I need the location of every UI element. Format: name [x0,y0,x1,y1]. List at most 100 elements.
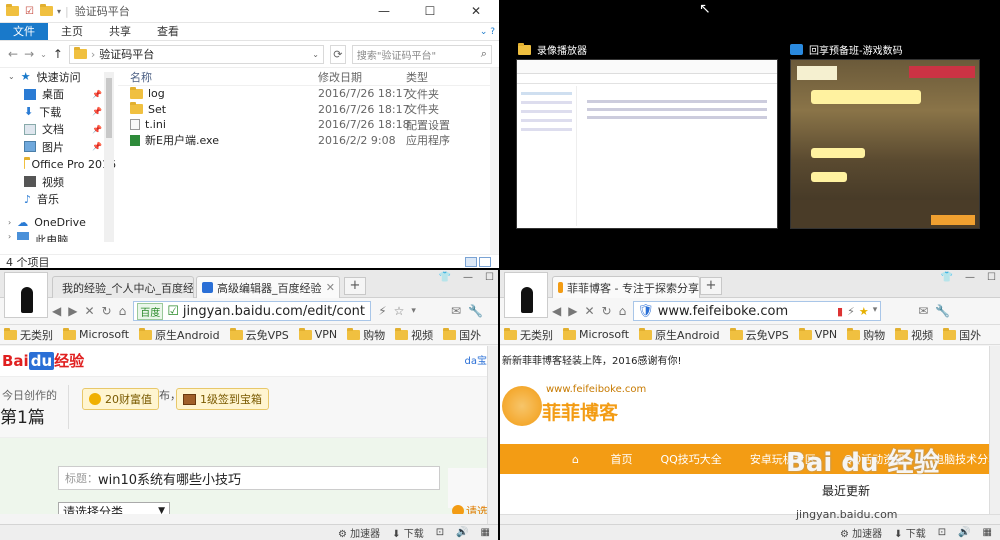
sound-icon[interactable]: 🔊 [456,527,468,538]
stop-icon[interactable]: ✕ [84,304,94,318]
nav-home[interactable]: ⌂ 首页 [544,451,632,467]
bookmark-item[interactable]: 云免VPS [229,327,289,343]
bookmark-item[interactable]: 购物 [347,327,385,343]
tab-advanced-editor[interactable]: 高级编辑器_百度经验 ✕ [196,276,340,298]
back-arrow-icon[interactable]: ← [8,47,18,61]
sidebar-item-downloads[interactable]: ⬇ 下载 📌 [0,103,116,121]
site-logo[interactable]: www.feifeiboke.com 菲菲博客 [502,382,652,432]
bookmark-item[interactable]: Microsoft [63,327,129,341]
avatar[interactable] [504,272,548,318]
sidebar-item-quick-access[interactable]: ⌄ ★ 快速访问 [0,68,116,86]
refresh-icon[interactable]: ↻ [102,304,112,318]
sidebar-item-this-pc[interactable]: › 此电脑 [0,231,116,242]
file-row[interactable]: t.ini 2016/7/26 18:18 配置设置 [118,117,490,133]
back-icon[interactable]: ◀ [52,304,61,318]
layout-icon[interactable]: ▦ [481,527,490,538]
minimize-button[interactable]: — [463,272,473,283]
minimize-button[interactable]: — [361,4,407,18]
maximize-button[interactable]: ☐ [485,272,494,283]
mail-icon[interactable]: ✉ [918,304,928,318]
taskview-window-title-game[interactable]: 回享预备班-游戏数码 [790,42,903,57]
stop-icon[interactable]: ✕ [584,304,594,318]
bookmark-item[interactable]: VPN [798,327,837,341]
avatar[interactable] [4,272,48,318]
screenshot-icon[interactable]: ⊡ [436,527,444,538]
accelerator-button[interactable]: ⚙ 加速器 [840,525,882,540]
baidu-jingyan-logo[interactable]: Bai du 经验 [2,350,84,371]
bookmark-item[interactable]: VPN [298,327,337,341]
layout-icon[interactable]: ▦ [983,527,992,538]
tab-my-experience[interactable]: 我的经验_个人中心_百度经 [52,276,194,298]
bookmark-item[interactable]: 无类别 [504,327,553,343]
forward-arrow-icon[interactable]: → [24,47,34,61]
category-select[interactable]: 请选择分类 ▼ [58,502,170,514]
url-bar[interactable]: 百度 ☑ jingyan.baidu.com/edit/cont [133,301,372,321]
quick-access-dropdown-icon[interactable]: ▾ [57,7,61,16]
taskview-thumbnail-player[interactable] [516,59,778,229]
details-view-icon[interactable] [465,256,477,267]
title-input[interactable]: 标题： win10系统有哪些小技巧 [58,466,440,490]
nav-pc-tech[interactable]: 电脑技术分享 [933,451,989,467]
tools-icon[interactable]: 🔧 [468,304,483,318]
sidebar-item-office-pro[interactable]: Office Pro 2016 [0,156,116,174]
refresh-button[interactable]: ⟳ [329,44,346,64]
taskview-thumbnail-game[interactable] [790,59,980,229]
page-scrollbar[interactable] [487,346,498,524]
new-tab-button[interactable]: + [344,277,366,295]
star-icon[interactable]: ☆ [394,304,405,318]
properties-icon[interactable]: ☑ [25,6,34,17]
search-box[interactable]: 搜索"验证码平台" ⌕ [351,44,492,64]
file-row[interactable]: log 2016/7/26 18:17 文件夹 [118,86,490,102]
recent-dropdown-icon[interactable]: ⌄ [40,50,47,59]
sidebar-item-desktop[interactable]: 桌面 📌 [0,86,116,104]
bookmark-item[interactable]: 国外 [443,327,481,343]
new-folder-icon[interactable] [39,4,53,16]
address-bar[interactable]: › 验证码平台 ⌄ [68,44,324,64]
column-name[interactable]: 名称 [118,69,318,85]
screenshot-icon[interactable]: ⊡ [938,527,946,538]
bookmark-item[interactable]: 原生Android [139,327,220,343]
column-date[interactable]: 修改日期 [318,69,406,85]
dropdown-icon[interactable]: ▾ [873,305,878,318]
refresh-icon[interactable]: ↻ [602,304,612,318]
forward-icon[interactable]: ▶ [568,304,577,318]
maximize-button[interactable]: ☐ [407,4,453,18]
sidebar-scrollbar[interactable] [104,72,114,242]
ribbon-expand-icon[interactable]: ⌄ ? [480,23,495,40]
lightning-icon[interactable]: ⚡ [378,304,386,318]
star-icon[interactable]: ★ [859,305,869,318]
back-icon[interactable]: ◀ [552,304,561,318]
sidebar-item-videos[interactable]: 视频 [0,173,116,191]
bookmark-item[interactable]: Microsoft [563,327,629,341]
bookmark-item[interactable]: 视频 [395,327,433,343]
tools-icon[interactable]: 🔧 [935,304,950,318]
file-list-scrollbar[interactable] [490,68,499,254]
close-button[interactable]: ✕ [453,4,499,18]
bookmark-item[interactable]: 无类别 [4,327,53,343]
sidebar-item-documents[interactable]: 文档 📌 [0,121,116,139]
large-icons-view-icon[interactable] [479,256,491,267]
maximize-button[interactable]: ☐ [987,272,996,283]
taskview-window-title-player[interactable]: 录像播放器 [518,42,587,57]
home-icon[interactable]: ⌂ [619,304,627,318]
home-icon[interactable]: ⌂ [119,304,127,318]
horizontal-scrollbar[interactable] [500,514,1000,524]
red-flag-icon[interactable]: ▮ [837,305,843,318]
sound-icon[interactable]: 🔊 [958,527,970,538]
side-hint[interactable]: 请选 [452,503,488,514]
file-row[interactable]: 新E用户端.exe 2016/2/2 9:08 应用程序 [118,133,490,149]
lightning-icon[interactable]: ⚡ [847,305,855,318]
download-button[interactable]: ⬇ 下载 [392,525,424,540]
url-bar[interactable]: 🛡 www.feifeiboke.com ▮ ⚡ ★ ▾ [633,301,882,321]
column-type[interactable]: 类型 [406,69,476,85]
download-button[interactable]: ⬇ 下载 [894,525,926,540]
skin-icon[interactable]: 👕 [941,272,953,283]
sidebar-item-pictures[interactable]: 图片 📌 [0,138,116,156]
bookmark-item[interactable]: 原生Android [639,327,720,343]
minimize-button[interactable]: — [965,272,975,283]
bookmark-item[interactable]: 云免VPS [729,327,789,343]
skin-icon[interactable]: 👕 [439,272,451,283]
close-tab-icon[interactable]: ✕ [326,281,335,294]
up-arrow-icon[interactable]: ↑ [53,47,63,61]
ribbon-tab-file[interactable]: 文件 [0,23,48,40]
